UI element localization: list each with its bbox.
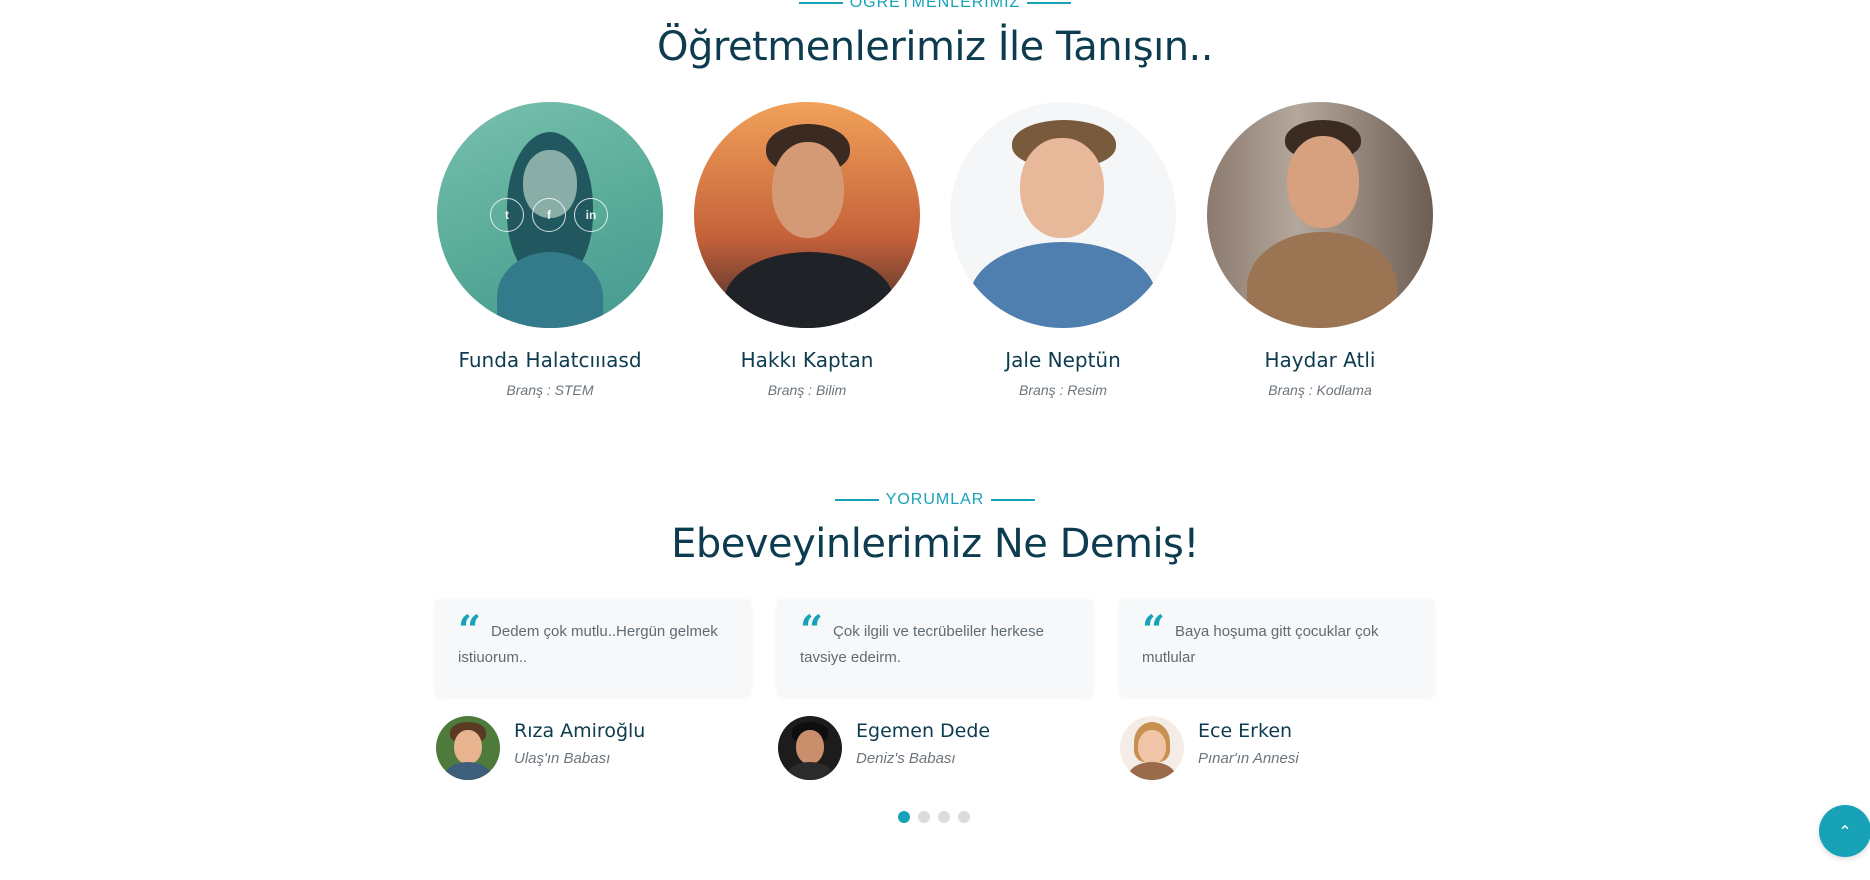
testimonials-title: Ebeveyinlerimiz Ne Demiş! xyxy=(671,521,1199,567)
testimonial-author: Ece Erken Pınar'ın Annesi xyxy=(1120,716,1299,780)
testimonial-text: Baya hoşuma gitt çocuklar çok mutlular xyxy=(1142,623,1379,666)
author-role: Pınar'ın Annesi xyxy=(1198,750,1299,767)
author-name: Egemen Dede xyxy=(856,720,991,742)
testimonial-card: “Çok ilgili ve tecrübeliler herkese tavs… xyxy=(778,599,1092,695)
testimonial-text: Dedem çok mutlu..Hergün gelmek istiuorum… xyxy=(458,623,718,666)
teachers-eyebrow-label: ÖĞRETMENLERİMİZ xyxy=(849,0,1021,11)
twitter-icon[interactable]: t xyxy=(490,198,524,232)
avatar xyxy=(436,716,500,780)
testimonials-eyebrow-label: YORUMLAR xyxy=(885,491,985,508)
quote-icon: “ xyxy=(1142,607,1166,654)
linkedin-icon[interactable]: in xyxy=(574,198,608,232)
testimonial-author: Rıza Amiroğlu Ulaş'ın Babası xyxy=(436,716,645,780)
testimonial-text: Çok ilgili ve tecrübeliler herkese tavsi… xyxy=(800,623,1044,666)
teacher-name: Haydar Atli xyxy=(1264,348,1376,372)
teacher-card[interactable]: Jale Neptün Branş : Resim xyxy=(950,102,1176,398)
teacher-social-links: t f in xyxy=(490,198,608,232)
eyebrow-line-left xyxy=(834,499,879,501)
teacher-name: Jale Neptün xyxy=(1005,348,1121,372)
teacher-name: Hakkı Kaptan xyxy=(740,348,874,372)
teacher-photo xyxy=(694,102,920,328)
teacher-branch: Branş : Kodlama xyxy=(1268,382,1372,398)
eyebrow-line-left xyxy=(798,2,843,4)
avatar xyxy=(778,716,842,780)
back-to-top-button[interactable]: ⌃ xyxy=(1819,805,1870,857)
author-role: Deniz's Babası xyxy=(856,750,956,767)
teacher-card[interactable]: Haydar Atli Branş : Kodlama xyxy=(1207,102,1433,398)
author-name: Rıza Amiroğlu xyxy=(514,720,646,742)
author-name: Ece Erken xyxy=(1198,720,1293,742)
quote-icon: “ xyxy=(458,607,482,654)
carousel-dots xyxy=(898,811,970,823)
teacher-branch: Branş : Bilim xyxy=(767,382,847,398)
teacher-branch: Branş : Resim xyxy=(1019,382,1107,398)
eyebrow-line-right xyxy=(1027,2,1072,4)
eyebrow-line-right xyxy=(991,499,1036,501)
testimonial-card: “Dedem çok mutlu..Hergün gelmek istiuoru… xyxy=(436,599,750,695)
testimonial-author: Egemen Dede Deniz's Babası xyxy=(778,716,990,780)
teacher-card[interactable]: t f in Funda Halatcıııasd Branş : STEM xyxy=(437,102,663,398)
testimonials-eyebrow: YORUMLAR xyxy=(0,491,1870,509)
avatar xyxy=(1120,716,1184,780)
quote-icon: “ xyxy=(800,607,824,654)
carousel-dot[interactable] xyxy=(938,811,950,823)
facebook-icon[interactable]: f xyxy=(532,198,566,232)
teachers-title: Öğretmenlerimiz İle Tanışın.. xyxy=(657,24,1214,70)
double-chevron-up-icon: ⌃ xyxy=(1838,821,1852,841)
carousel-dot[interactable] xyxy=(898,811,910,823)
testimonial-card: “Baya hoşuma gitt çocuklar çok mutlular xyxy=(1120,599,1434,695)
carousel-dot[interactable] xyxy=(918,811,930,823)
teacher-branch: Branş : STEM xyxy=(506,382,594,398)
carousel-dot[interactable] xyxy=(958,811,970,823)
author-role: Ulaş'ın Babası xyxy=(514,750,611,767)
teachers-eyebrow: ÖĞRETMENLERİMİZ xyxy=(0,0,1870,12)
teacher-photo: t f in xyxy=(437,102,663,328)
teacher-photo xyxy=(1207,102,1433,328)
teacher-name: Funda Halatcıııasd xyxy=(458,348,642,372)
teacher-card[interactable]: Hakkı Kaptan Branş : Bilim xyxy=(694,102,920,398)
teacher-photo xyxy=(950,102,1176,328)
